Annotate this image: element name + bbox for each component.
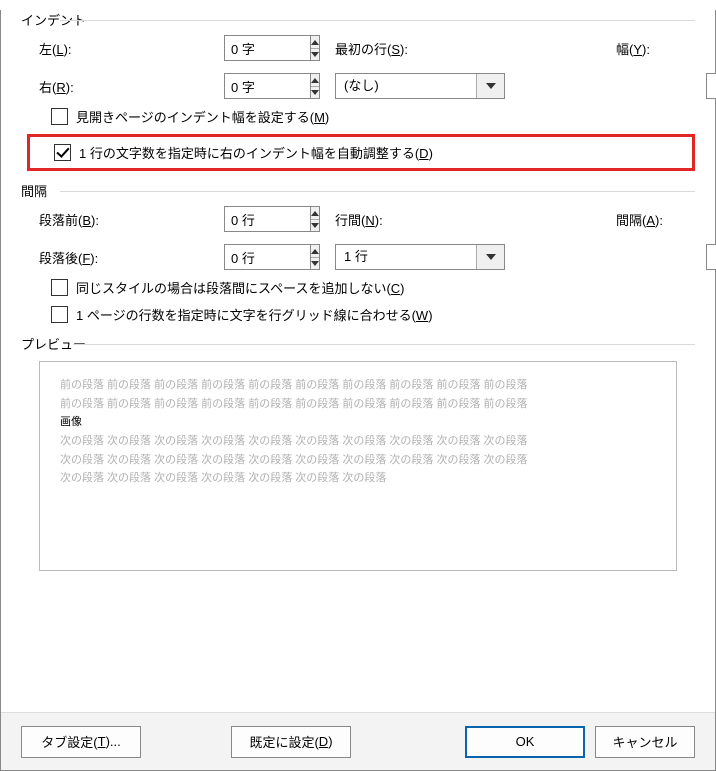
indent-left-spinner[interactable] [224,35,320,61]
spin-down-icon[interactable] [311,86,319,98]
space-before-input[interactable] [224,206,310,232]
space-after-input[interactable] [224,244,310,270]
chevron-down-icon[interactable] [476,245,504,269]
space-after-spinner[interactable] [224,244,320,270]
cancel-button[interactable]: キャンセル [595,726,695,758]
spin-down-icon[interactable] [311,48,319,60]
indent-right-input[interactable] [224,73,310,99]
snap-grid-label: 1 ページの行数を指定時に文字を行グリッド線に合わせる(W) [76,305,433,324]
indent-left-label: 左(L): [39,39,224,58]
mirror-indent-label: 見開きページのインデント幅を設定する(M) [76,107,329,126]
spin-up-icon[interactable] [311,74,319,86]
section-title-spacing: 間隔 [21,181,695,200]
spacing-grid: 段落前(B): 行間(N): 間隔(A): 段落後(F): [21,206,695,270]
auto-indent-label: 1 行の文字数を指定時に右のインデント幅を自動調整する(D) [79,143,433,162]
ok-button[interactable]: OK [465,726,585,758]
auto-indent-checkbox[interactable] [54,144,71,161]
space-before-spinner[interactable] [224,206,320,232]
preview-content: 前の段落 前の段落 前の段落 前の段落 前の段落 前の段落 前の段落 前の段落 … [60,376,656,488]
spacing-at-input[interactable] [706,244,716,270]
indent-grid: 左(L): 最初の行(S): 幅(Y): 右(R): [21,35,695,99]
section-title-preview: プレビュー [21,334,695,353]
first-line-select[interactable]: (なし) [335,73,505,99]
mirror-indent-row[interactable]: 見開きページのインデント幅を設定する(M) [21,107,695,126]
spin-down-icon[interactable] [311,257,319,269]
first-line-label: 最初の行(S): [335,39,505,58]
line-spacing-select-value: 1 行 [336,245,476,269]
space-before-label: 段落前(B): [39,210,224,229]
spin-up-icon[interactable] [311,207,319,219]
indent-width-input[interactable] [706,73,716,99]
indent-right-spinner[interactable] [224,73,320,99]
same-style-space-row[interactable]: 同じスタイルの場合は段落間にスペースを追加しない(C) [21,278,695,297]
same-style-space-checkbox[interactable] [51,279,68,296]
highlighted-auto-indent: 1 行の文字数を指定時に右のインデント幅を自動調整する(D) [27,134,695,171]
paragraph-dialog: インデント 左(L): 最初の行(S): 幅(Y): 右(R): [0,10,716,771]
mirror-indent-checkbox[interactable] [51,108,68,125]
spin-up-icon[interactable] [311,245,319,257]
space-after-label: 段落後(F): [39,248,224,267]
section-title-indent: インデント [21,10,695,29]
preview-box: 前の段落 前の段落 前の段落 前の段落 前の段落 前の段落 前の段落 前の段落 … [39,361,677,571]
tabs-button[interactable]: タブ設定(T)... [21,726,141,758]
indent-left-input[interactable] [224,35,310,61]
line-spacing-label: 行間(N): [335,210,505,229]
spin-down-icon[interactable] [311,219,319,231]
spin-up-icon[interactable] [311,36,319,48]
same-style-space-label: 同じスタイルの場合は段落間にスペースを追加しない(C) [76,278,405,297]
spacing-at-label: 間隔(A): [616,210,706,229]
line-spacing-select[interactable]: 1 行 [335,244,505,270]
snap-grid-row[interactable]: 1 ページの行数を指定時に文字を行グリッド線に合わせる(W) [21,305,695,324]
indent-width-spinner[interactable] [706,73,716,99]
snap-grid-checkbox[interactable] [51,306,68,323]
spacing-at-spinner[interactable] [706,244,716,270]
auto-indent-row[interactable]: 1 行の文字数を指定時に右のインデント幅を自動調整する(D) [54,143,688,162]
first-line-select-value: (なし) [336,74,476,98]
chevron-down-icon[interactable] [476,74,504,98]
indent-right-label: 右(R): [39,77,224,96]
button-bar: タブ設定(T)... 既定に設定(D) OK キャンセル [1,712,715,770]
set-default-button[interactable]: 既定に設定(D) [231,726,351,758]
indent-width-label: 幅(Y): [616,39,706,58]
